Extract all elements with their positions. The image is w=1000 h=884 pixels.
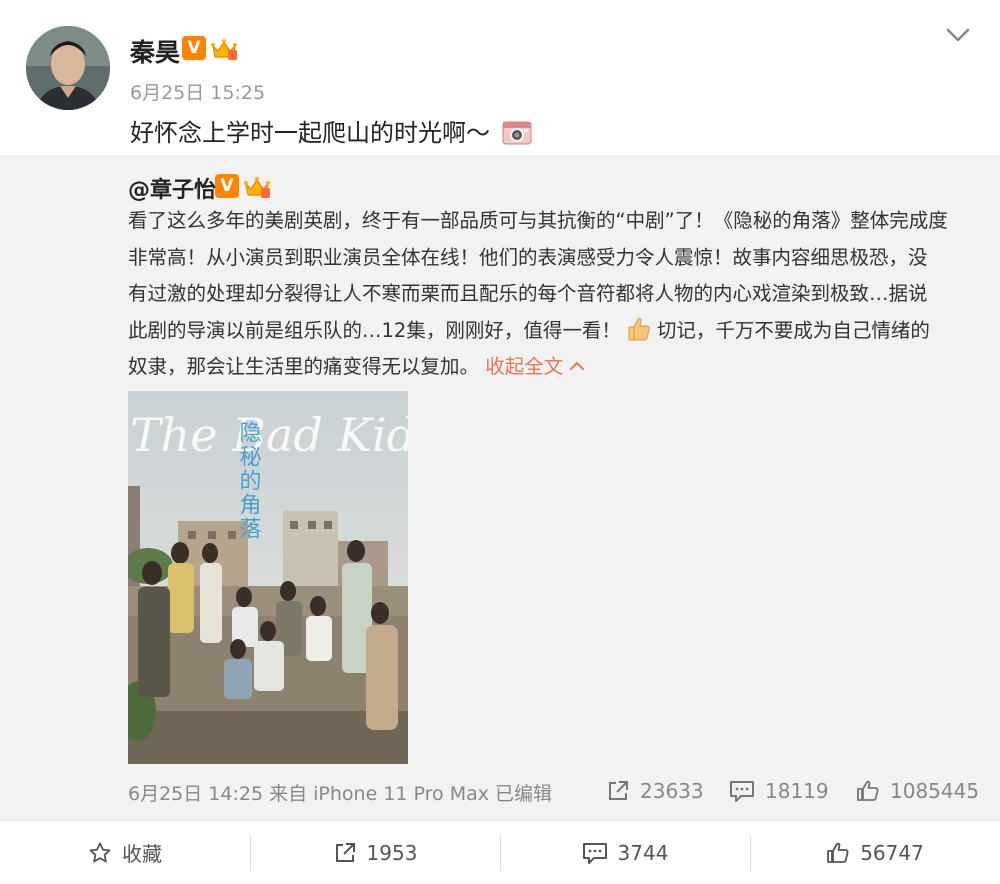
repost-text-segment: 奴隶，那会让生活里的痛变得无以复加。 (128, 355, 480, 378)
repost-count-button[interactable]: 23633 (606, 777, 704, 805)
repost-meta: 6月25日 14:25 来自 iPhone 11 Pro Max 已编辑 (128, 783, 553, 805)
comment-button[interactable]: 3744 (500, 821, 750, 884)
thumbs-up-icon (827, 842, 849, 863)
thumbs-up-icon (857, 780, 879, 801)
repost-text-segment: 此剧的导演以前是组乐队的…12集，刚刚好，值得一看！ (128, 318, 621, 342)
crown-icon (211, 39, 237, 60)
share-icon (609, 781, 628, 800)
author-name[interactable]: 秦昊 (130, 33, 180, 69)
comment-label: 3744 (617, 840, 669, 865)
like-label: 56747 (860, 840, 924, 865)
chevron-down-icon[interactable] (944, 24, 972, 46)
share-icon (335, 842, 355, 862)
repost-count: 23633 (640, 779, 704, 803)
action-bar: 收藏 1953 3744 56747 (0, 820, 1000, 884)
repost-text-line: 非常高！从小演员到职业演员全体在线！他们的表演感受力令人震惊！故事内容细思极恐，… (128, 245, 928, 269)
repost-button[interactable]: 1953 (250, 821, 500, 884)
verified-v-icon: V (215, 174, 239, 198)
post-time: 6月25日 15:25 (130, 82, 266, 104)
star-icon (89, 842, 111, 862)
chevron-up-icon[interactable] (569, 360, 585, 372)
repost-text-line: 此剧的导演以前是组乐队的…12集，刚刚好，值得一看！ 切记，千万不要成为自己情绪… (128, 313, 970, 350)
comment-icon (730, 781, 754, 802)
comment-count: 18119 (765, 779, 829, 803)
like-button[interactable]: 56747 (750, 821, 1000, 884)
collapse-label[interactable]: 收起全文 (485, 355, 563, 378)
repost-author[interactable]: @章子怡 (128, 172, 216, 204)
repost-text-segment: 切记，千万不要成为自己情绪的 (656, 318, 930, 342)
collapse-link[interactable]: 收起全文 (485, 355, 585, 378)
repost-author-name[interactable]: @章子怡 (128, 178, 216, 203)
comment-count-button[interactable]: 18119 (729, 777, 829, 805)
repost-text: 看了这么多年的美剧英剧，终于有一部品质可与其抗衡的“中剧”了！《隐秘的角落》整体… (128, 203, 970, 386)
repost-label: 1953 (366, 840, 418, 865)
repost-text-line: 看了这么多年的美剧英剧，终于有一部品质可与其抗衡的“中剧”了！《隐秘的角落》整体… (128, 209, 948, 232)
camera-icon (502, 121, 532, 145)
verified-v-icon: V (182, 36, 206, 60)
post-header: 秦昊 V 6月25日 15:25 好怀念上学时一起爬山的时光啊～ (0, 0, 1000, 155)
like-count: 1085445 (890, 779, 980, 803)
comment-icon (582, 842, 607, 864)
repost-text-line: 奴隶，那会让生活里的痛变得无以复加。 收起全文 (128, 349, 970, 386)
thumbs-up-icon (628, 317, 650, 340)
post-text: 好怀念上学时一起爬山的时光啊～ (130, 113, 532, 148)
repost-card[interactable]: @章子怡 V 看了这么多年的美剧英剧，终于有一部品质可与其抗衡的“中剧”了！《隐… (0, 155, 1000, 820)
poster-image[interactable]: The Bad Kids 隐秘的角落 (128, 391, 408, 764)
poster-title-cn: 隐秘的角落 (236, 421, 262, 541)
poster-title-en: The Bad Kids (130, 408, 408, 462)
favorite-button[interactable]: 收藏 (0, 821, 250, 884)
repost-text-line: 有过激的处理却分裂得让人不寒而栗而且配乐的每个音符都将人物的内心戏渲染到极致…据… (128, 282, 928, 305)
crown-icon (244, 177, 270, 198)
avatar[interactable] (26, 26, 110, 110)
favorite-label: 收藏 (122, 842, 162, 866)
post-text-content: 好怀念上学时一起爬山的时光啊～ (130, 119, 490, 147)
like-count-button[interactable]: 1085445 (856, 777, 979, 805)
